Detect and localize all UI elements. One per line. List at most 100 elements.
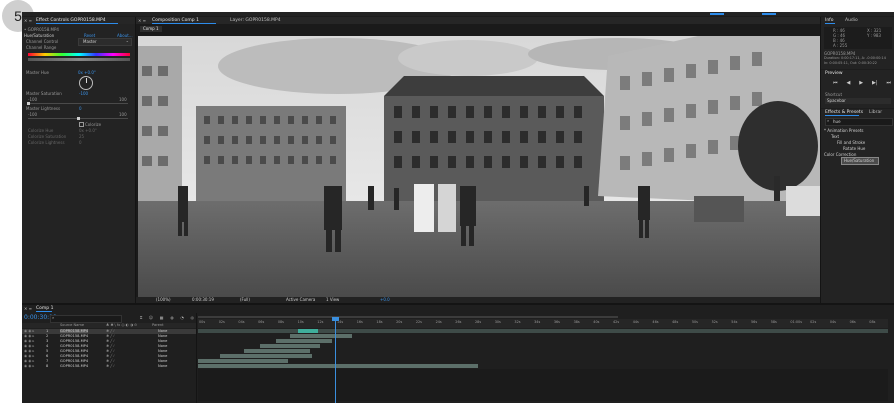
layer-name[interactable]: GOPR0158.MP4 bbox=[60, 334, 88, 338]
layer-bar[interactable] bbox=[198, 359, 288, 363]
ruler-tick-label: 01:00s bbox=[790, 320, 802, 324]
ruler-tick-label: 18s bbox=[376, 320, 383, 324]
search-icon: ⌕ bbox=[827, 118, 830, 123]
street-scene-image bbox=[138, 36, 820, 298]
ruler-tick-label: 12s bbox=[317, 320, 324, 324]
composition-viewer-frame[interactable] bbox=[138, 36, 820, 298]
draft-3d-icon[interactable]: ⌗ bbox=[140, 315, 142, 321]
panel-menu-icon[interactable]: ✕ ≡ bbox=[24, 306, 32, 311]
ruler-tick-label: 04s bbox=[238, 320, 245, 324]
ruler-tick-label: 08s bbox=[277, 320, 284, 324]
saturation-slider-thumb[interactable] bbox=[27, 102, 30, 105]
playhead-handle[interactable] bbox=[332, 317, 339, 321]
colorize-lightness-value: 0 bbox=[79, 140, 82, 145]
master-lightness-value[interactable]: 0 bbox=[79, 106, 82, 111]
layer-bar[interactable] bbox=[290, 334, 352, 338]
playhead[interactable] bbox=[335, 318, 336, 403]
layer-row[interactable]: ◉ ◉ ▸ 8 GOPR0158.MP4 ✱ ╱ ⁄ None bbox=[22, 364, 196, 369]
next-frame-icon[interactable]: ▶| bbox=[872, 80, 878, 86]
comp-flowchart-icon[interactable]: ◎ bbox=[191, 315, 195, 321]
master-hue-value[interactable]: 0x +0.0° bbox=[78, 70, 96, 75]
effect-source-label: • GOPR0158.MP4 bbox=[24, 27, 59, 32]
exposure-value[interactable]: +0.0 bbox=[380, 297, 390, 302]
first-frame-icon[interactable]: ⏮ bbox=[833, 80, 838, 86]
tab-layer[interactable]: Layer: GOPR0158.MP4 bbox=[230, 18, 281, 23]
menu-bar bbox=[22, 12, 894, 16]
ruler-tick-label: 54s bbox=[731, 320, 738, 324]
ruler-tick-label: 24s bbox=[435, 320, 442, 324]
panel-menu-icon[interactable]: ✕ ≡ bbox=[138, 18, 146, 23]
effects-search-input[interactable]: ⌕ hue bbox=[825, 118, 893, 126]
graph-editor-icon[interactable]: ◔ bbox=[180, 315, 184, 321]
frame-blending-icon[interactable]: ▦ bbox=[160, 315, 164, 321]
layer-bar-selected-active[interactable] bbox=[298, 329, 318, 333]
column-parent[interactable]: Parent bbox=[152, 323, 164, 327]
tree-rotate-hue[interactable]: Rotate Hue bbox=[843, 146, 865, 151]
ruler-tick-label: 26s bbox=[455, 320, 462, 324]
previous-frame-icon[interactable]: ◀ bbox=[846, 80, 850, 86]
tree-animation-presets[interactable]: * Animation Presets bbox=[824, 128, 864, 133]
tree-text[interactable]: Text bbox=[831, 134, 839, 139]
ruler-tick-label: 22s bbox=[415, 320, 422, 324]
after-effects-window: ✕ ≡ Effect Controls GOPR0158.MP4 • GOPR0… bbox=[22, 12, 894, 403]
layer-name[interactable]: GOPR0158.MP4 bbox=[60, 344, 88, 348]
tree-fill-and-stroke[interactable]: Fill and Stroke bbox=[837, 140, 865, 145]
shortcut-dropdown[interactable]: Spacebar bbox=[825, 98, 891, 104]
work-area-bar[interactable] bbox=[198, 316, 618, 318]
resolution-dropdown[interactable]: (Full) bbox=[240, 297, 250, 302]
layer-bar[interactable] bbox=[244, 349, 310, 353]
comp-name-tab[interactable]: Comp 1 bbox=[140, 26, 162, 32]
layer-name[interactable]: GOPR0158.MP4 bbox=[60, 354, 88, 358]
chevron-down-icon: ⌄ bbox=[125, 38, 129, 43]
tab-audio[interactable]: Audio bbox=[845, 18, 858, 23]
layer-bars-area bbox=[198, 329, 888, 401]
channel-control-dropdown[interactable]: Master ⌄ bbox=[78, 38, 132, 46]
tab-libraries[interactable]: Librar bbox=[869, 110, 882, 115]
ruler-tick-label: 02s bbox=[218, 320, 225, 324]
zoom-dropdown[interactable]: (100%) bbox=[156, 297, 171, 302]
panel-menu-icon[interactable]: ✕ ≡ bbox=[24, 18, 32, 23]
camera-dropdown[interactable]: Active Camera bbox=[286, 297, 315, 302]
master-hue-dial[interactable] bbox=[79, 76, 93, 90]
layer-bar[interactable] bbox=[260, 344, 320, 348]
viewer-timecode[interactable]: 0:00:30:19 bbox=[192, 297, 214, 302]
shortcut-label: Shortcut bbox=[825, 92, 843, 97]
lightness-slider-thumb[interactable] bbox=[77, 117, 80, 120]
colorize-checkbox[interactable] bbox=[79, 122, 84, 127]
layer-bar[interactable] bbox=[220, 354, 312, 358]
layer-bar[interactable] bbox=[198, 364, 478, 368]
info-in-out: In: 0:00:05:11, Out: 0:00:30:22 bbox=[824, 61, 877, 65]
playback-controls: ⏮ ◀ ▶ ▶| ⏭ bbox=[833, 80, 891, 86]
effect-name[interactable]: Hue/Saturation bbox=[24, 33, 54, 38]
layer-name[interactable]: GOPR0158.MP4 bbox=[60, 339, 88, 343]
master-hue-label: Master Hue bbox=[26, 70, 49, 75]
info-a: A : 255 bbox=[833, 43, 848, 48]
column-switches[interactable]: ♣ ✱ \ fx ◎ ◐ ◑ ⊙ bbox=[106, 323, 137, 327]
channel-range-strip-result bbox=[28, 58, 130, 61]
time-ruler[interactable]: 00s 02s 04s 06s 08s 10s 12s 14s 16s 18s 20s 22s 24s 2… bbox=[198, 319, 888, 328]
layer-name[interactable]: GOPR0158.MP4 bbox=[60, 359, 88, 363]
ruler-tick-label: 40s bbox=[593, 320, 600, 324]
play-icon[interactable]: ▶ bbox=[859, 80, 863, 86]
layer-name[interactable]: GOPR0158.MP4 bbox=[60, 364, 88, 368]
last-frame-icon[interactable]: ⏭ bbox=[886, 80, 891, 86]
column-source-name[interactable]: Source Name bbox=[60, 323, 84, 327]
colorize-label: Colorize bbox=[85, 122, 102, 127]
tree-hue-saturation-selected[interactable]: Hue/Saturation bbox=[841, 157, 879, 165]
colorize-lightness-label: Colorize Lightness bbox=[28, 140, 65, 145]
layer-bar[interactable] bbox=[276, 339, 332, 343]
master-saturation-value[interactable]: -100 bbox=[79, 91, 88, 96]
ruler-tick-label: 28s bbox=[475, 320, 482, 324]
master-saturation-label: Master Saturation bbox=[26, 91, 62, 96]
channel-range-label: Channel Range bbox=[26, 45, 57, 50]
preview-title: Preview bbox=[825, 71, 843, 76]
colorize-hue-value: 0x +0.0° bbox=[79, 128, 97, 133]
views-dropdown[interactable]: 1 View bbox=[326, 297, 339, 302]
motion-blur-icon[interactable]: ◍ bbox=[170, 315, 174, 321]
layer-name[interactable]: GOPR0158.MP4 bbox=[60, 329, 89, 333]
timeline-search-input[interactable]: ⌕ bbox=[50, 315, 122, 323]
shy-icon[interactable]: ☺ bbox=[149, 315, 153, 321]
ruler-tick-label: 48s bbox=[672, 320, 679, 324]
saturation-slider[interactable] bbox=[28, 103, 128, 104]
layer-name[interactable]: GOPR0158.MP4 bbox=[60, 349, 88, 353]
